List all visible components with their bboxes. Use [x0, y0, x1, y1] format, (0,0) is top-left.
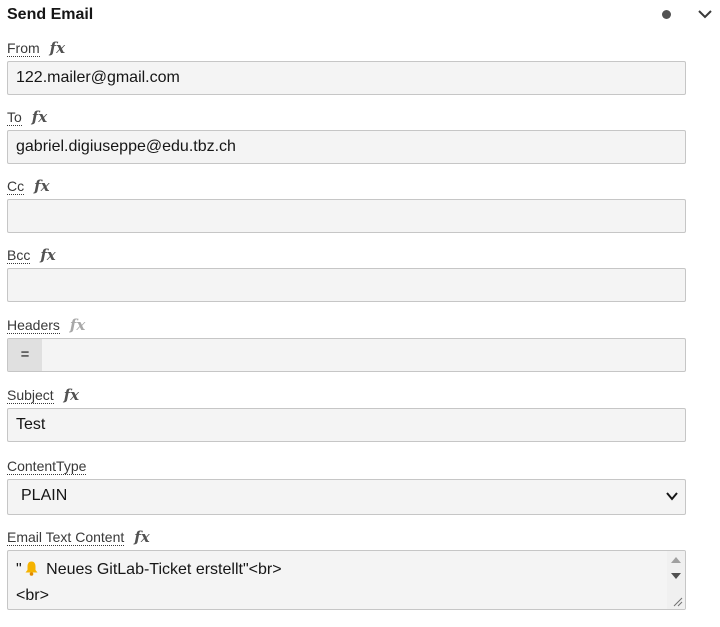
fx-icon[interactable]: fx	[34, 178, 49, 194]
bell-icon	[25, 561, 38, 576]
chevron-down-icon	[666, 492, 678, 501]
content-type-field: ContentType PLAIN	[7, 456, 686, 515]
headers-input[interactable]: =	[7, 338, 686, 372]
resize-handle-icon[interactable]	[673, 597, 683, 607]
fx-icon[interactable]: fx	[32, 109, 47, 125]
content-type-label: ContentType	[7, 457, 87, 475]
subject-input[interactable]: Test	[7, 408, 686, 442]
fx-icon[interactable]: fx	[134, 529, 149, 545]
to-label: To	[7, 108, 22, 126]
send-email-panel: Send Email From fx 122.mailer@gmail.com …	[0, 0, 720, 627]
to-field: To fx gabriel.digiuseppe@edu.tbz.ch	[7, 107, 686, 164]
content-type-select[interactable]: PLAIN	[7, 479, 686, 515]
headers-label: Headers	[7, 316, 60, 334]
headers-field: Headers fx =	[7, 315, 686, 372]
fx-icon[interactable]: fx	[50, 40, 65, 56]
email-text-textarea[interactable]: " Neues GitLab-Ticket erstellt"<br> <br>	[7, 550, 686, 610]
fx-icon[interactable]: fx	[40, 247, 55, 263]
email-text-line-1: " Neues GitLab-Ticket erstellt"<br>	[16, 561, 282, 578]
email-text-label: Email Text Content	[7, 528, 125, 546]
bcc-label: Bcc	[7, 246, 31, 264]
content-type-value: PLAIN	[21, 487, 68, 504]
dot-icon	[662, 10, 671, 19]
to-input[interactable]: gabriel.digiuseppe@edu.tbz.ch	[7, 130, 686, 164]
bcc-input[interactable]	[7, 268, 686, 302]
from-field: From fx 122.mailer@gmail.com	[7, 38, 686, 95]
email-text-field: Email Text Content fx " Neues GitLab-Tic…	[7, 527, 686, 610]
email-text-line-2: <br>	[16, 587, 49, 604]
scroll-up-arrow-icon[interactable]	[671, 557, 681, 563]
panel-title: Send Email	[7, 6, 94, 23]
bcc-field: Bcc fx	[7, 245, 686, 302]
scroll-down-arrow-icon[interactable]	[671, 573, 681, 579]
subject-label: Subject	[7, 386, 54, 404]
from-input[interactable]: 122.mailer@gmail.com	[7, 61, 686, 95]
subject-field: Subject fx Test	[7, 385, 686, 442]
cc-input[interactable]	[7, 199, 686, 233]
panel-header: Send Email	[7, 0, 717, 30]
from-label: From	[7, 39, 40, 57]
cc-field: Cc fx	[7, 176, 686, 233]
fx-icon: fx	[69, 316, 86, 334]
fx-icon[interactable]: fx	[64, 387, 79, 403]
chevron-down-icon[interactable]	[696, 6, 714, 22]
cc-label: Cc	[7, 177, 25, 195]
key-value-separator: =	[8, 339, 42, 371]
